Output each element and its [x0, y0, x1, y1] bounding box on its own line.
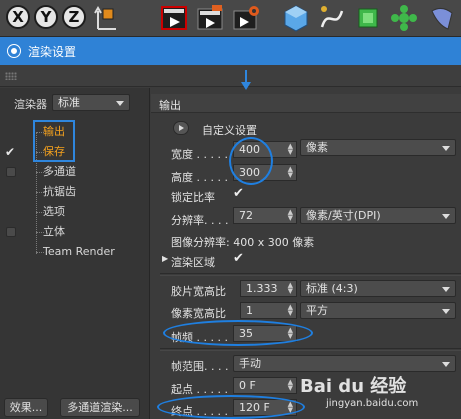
section-header: 输出 — [151, 94, 461, 113]
lock-ratio-label: 锁定比率 — [171, 191, 215, 204]
pixel-aspect-field[interactable]: 1 ▲ ▼ — [240, 302, 297, 319]
resolution-label: 分辨率. . . . . — [171, 214, 236, 227]
sidebar-item-multipass[interactable]: 多通道 — [0, 162, 150, 182]
main-toolbar: X Y Z — [0, 0, 461, 37]
checkmark-icon[interactable]: ✔ — [5, 142, 15, 162]
pixel-aspect-select[interactable]: 平方 — [300, 302, 456, 319]
stepper-icon[interactable]: ▲ ▼ — [288, 166, 293, 179]
resolution-unit-value: 像素/英寸(DPI) — [306, 209, 381, 222]
renderer-select[interactable]: 标准 — [52, 94, 130, 111]
sidebar-item-label: 选项 — [43, 205, 65, 218]
enable-checkbox[interactable] — [6, 167, 16, 177]
resolution-field[interactable]: 72 ▲ ▼ — [233, 207, 297, 224]
multipass-render-button[interactable]: 多通道渲染... — [60, 398, 140, 417]
watermark-brand: Bai du 经验 — [300, 376, 407, 397]
size-unit-value: 像素 — [306, 141, 328, 154]
lock-ratio-checkbox[interactable]: ✔ — [233, 186, 244, 201]
sidebar-item-antialiasing[interactable]: 抗锯齿 — [0, 182, 150, 202]
sidebar-item-label: 立体 — [43, 225, 65, 238]
start-frame-field[interactable]: 0 F ▲ ▼ — [233, 377, 297, 394]
stepper-icon[interactable]: ▲ ▼ — [288, 209, 293, 222]
renderer-select-value: 标准 — [58, 96, 80, 109]
section-title: 输出 — [159, 99, 181, 112]
film-aspect-preset: 标准 (4:3) — [306, 282, 358, 295]
window-title-bar: 渲染设置 — [0, 37, 461, 65]
frame-range-select[interactable]: 手动 — [233, 355, 456, 372]
frame-range-value: 手动 — [239, 357, 261, 370]
grip-icon[interactable] — [5, 72, 17, 80]
coordinate-system-icon[interactable] — [92, 3, 120, 33]
annotation-arrow-icon — [241, 82, 251, 90]
chevron-down-icon — [116, 101, 124, 106]
annotation-ellipse — [157, 395, 305, 419]
height-label: 高度 . . . . . — [171, 171, 228, 184]
separator — [160, 348, 461, 351]
chevron-down-icon — [442, 309, 450, 314]
enable-checkbox[interactable] — [6, 227, 16, 237]
start-frame-value: 0 F — [239, 379, 256, 392]
stepper-icon[interactable]: ▲ ▼ — [288, 379, 293, 392]
chevron-down-icon — [442, 146, 450, 151]
preset-label: 自定义设置 — [202, 124, 257, 137]
annotation-box — [33, 120, 75, 162]
sidebar-item-output[interactable]: 输出 — [0, 122, 150, 142]
pixel-aspect-label: 像素宽高比 — [171, 307, 226, 320]
size-unit-select[interactable]: 像素 — [300, 139, 456, 156]
window-title: 渲染设置 — [28, 45, 77, 59]
separator — [160, 273, 461, 276]
resolution-unit-select[interactable]: 像素/英寸(DPI) — [300, 207, 456, 224]
watermark-url: jingyan.baidu.com — [326, 398, 419, 409]
render-region-label: 渲染区域 — [171, 256, 215, 269]
film-aspect-label: 胶片宽高比 — [171, 285, 226, 298]
sidebar-item-save[interactable]: ✔ 保存 — [0, 142, 150, 162]
width-label: 宽度 . . . . . — [171, 148, 228, 161]
sidebar-item-label: 多通道 — [43, 165, 76, 178]
image-resolution-readout: 图像分辨率: 400 x 300 像素 — [171, 236, 315, 249]
sidebar-item-label: Team Render — [43, 245, 115, 258]
cinema4d-logo-icon — [8, 45, 20, 57]
watermark: Bai du 经验 jingyan.baidu.com — [300, 372, 418, 409]
renderer-label: 渲染器 — [14, 98, 47, 111]
sidebar-item-team-render[interactable]: Team Render — [0, 242, 150, 262]
chevron-down-icon — [442, 214, 450, 219]
annotation-circle — [229, 137, 273, 185]
stepper-icon[interactable]: ▲ ▼ — [288, 282, 293, 295]
x-axis-toggle-button[interactable]: X — [6, 5, 30, 29]
resolution-value: 72 — [239, 209, 253, 222]
render-view-icon[interactable] — [160, 3, 188, 33]
pixel-aspect-preset: 平方 — [306, 304, 328, 317]
preset-play-button[interactable] — [173, 121, 189, 135]
y-axis-toggle-button[interactable]: Y — [34, 5, 58, 29]
render-to-picture-viewer-icon[interactable] — [196, 3, 224, 33]
spline-pen-icon[interactable] — [318, 3, 346, 33]
subdivision-surface-icon[interactable] — [354, 3, 382, 33]
render-settings-icon[interactable] — [232, 3, 260, 33]
frame-range-label: 帧范围. . . . — [171, 360, 229, 373]
effects-button[interactable]: 效果... — [4, 398, 48, 417]
sidebar-item-label: 抗锯齿 — [43, 185, 76, 198]
sidebar-item-options[interactable]: 选项 — [0, 202, 150, 222]
stepper-icon[interactable]: ▲ ▼ — [288, 304, 293, 317]
chevron-down-icon — [442, 362, 450, 367]
film-aspect-value: 1.333 — [246, 282, 278, 295]
expand-triangle-icon[interactable]: ▶ — [162, 254, 168, 263]
chevron-down-icon — [442, 287, 450, 292]
cloner-icon[interactable] — [390, 3, 418, 33]
pixel-aspect-value: 1 — [246, 304, 253, 317]
z-axis-toggle-button[interactable]: Z — [62, 5, 86, 29]
deformer-icon[interactable] — [428, 3, 456, 33]
render-region-checkbox[interactable]: ✔ — [233, 251, 244, 266]
stepper-icon[interactable]: ▲ ▼ — [288, 143, 293, 156]
render-settings-sidebar: 渲染器 标准 输出 ✔ 保存 多通道 抗锯齿 选项 立体 Team Render — [0, 88, 150, 419]
sidebar-item-stereoscopic[interactable]: 立体 — [0, 222, 150, 242]
film-aspect-field[interactable]: 1.333 ▲ ▼ — [240, 280, 297, 297]
annotation-ellipse — [163, 320, 313, 346]
film-aspect-select[interactable]: 标准 (4:3) — [300, 280, 456, 297]
cube-icon[interactable] — [282, 3, 310, 33]
panel-grip-bar — [0, 65, 461, 87]
